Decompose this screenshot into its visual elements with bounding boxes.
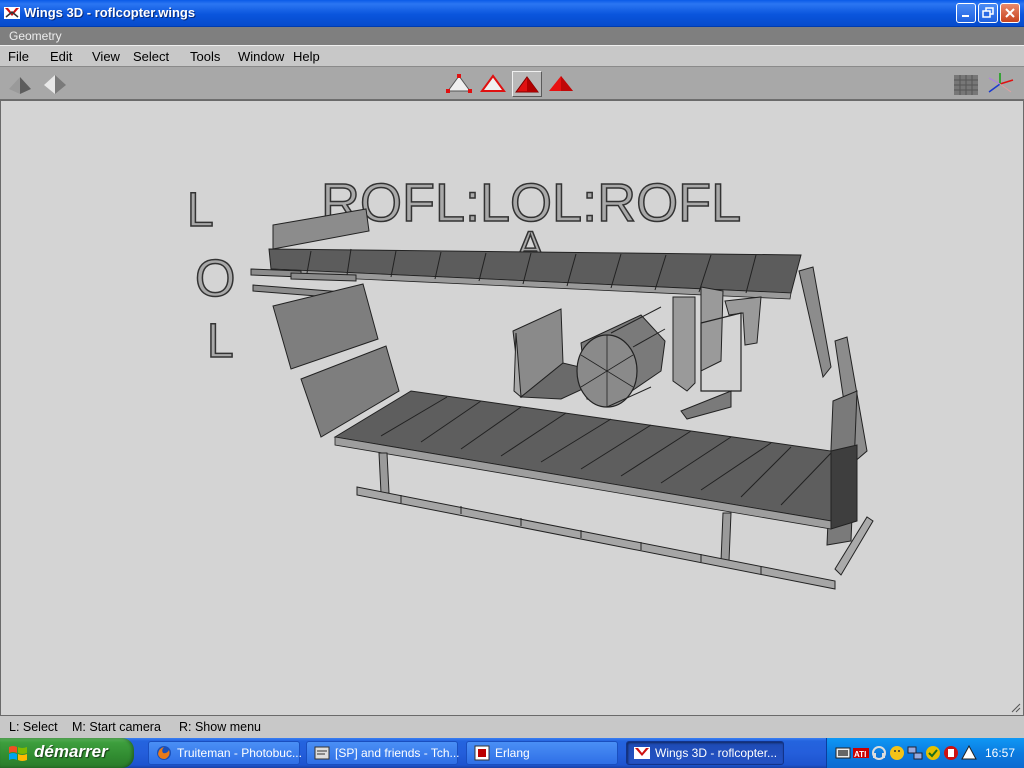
restore-icon: [982, 7, 994, 18]
firefox-icon: [157, 746, 171, 760]
body-select-icon: [549, 76, 573, 91]
minimize-icon: [962, 15, 969, 17]
wings3d-icon: [4, 5, 20, 21]
task-label: [SP] and friends - Tch...: [335, 746, 460, 760]
tray-white-icon[interactable]: [961, 745, 977, 761]
start-label: démarrer: [34, 742, 108, 761]
title-bar[interactable]: Wings 3D - roflcopter.wings: [0, 0, 1024, 27]
geometry-label: Geometry: [9, 29, 62, 43]
task-button-photobucket[interactable]: Truiteman - Photobuc...: [148, 741, 302, 765]
menu-file[interactable]: File: [8, 49, 29, 64]
task-button-wings3d[interactable]: Wings 3D - roflcopter...: [626, 741, 784, 765]
wireframe-toggle-icon: [44, 75, 66, 94]
task-label: Erlang: [495, 746, 530, 760]
clock: 16:57: [984, 746, 1015, 760]
body: [333, 390, 858, 590]
edge-select-icon: [480, 74, 506, 92]
status-middle-hint: M: Start camera: [72, 720, 161, 734]
axes-icon: [988, 73, 1014, 93]
vertex-select-icon: [446, 74, 472, 93]
status-left-hint: L: Select: [9, 720, 58, 734]
close-icon: [1005, 8, 1015, 18]
headset-icon[interactable]: [871, 745, 887, 761]
smooth-preview-icon: [9, 77, 31, 94]
windows-logo-icon: [9, 746, 27, 761]
window-title: Wings 3D - roflcopter.wings: [24, 5, 196, 20]
menu-window[interactable]: Window: [238, 49, 284, 64]
face-select-button[interactable]: [512, 71, 542, 97]
close-button[interactable]: [1000, 3, 1020, 23]
ground-plane-icon: [954, 75, 978, 95]
task-button-chat[interactable]: [SP] and friends - Tch...: [306, 741, 460, 765]
scene-text-l-bottom: L: [207, 315, 234, 368]
svg-text:ATI: ATI: [854, 750, 866, 759]
chat-icon: [314, 746, 330, 760]
security-icon[interactable]: [925, 745, 941, 761]
ground-plane-button[interactable]: [950, 71, 980, 97]
messenger-icon[interactable]: [889, 745, 905, 761]
menu-help[interactable]: Help: [293, 49, 320, 64]
scene-text-o: O: [195, 250, 235, 308]
taskbar: démarrer Truiteman - Photobuc... [SP] an…: [0, 738, 1024, 768]
tail-parts: [672, 266, 874, 576]
roflcopter-model: ROFL:LOL:ROFL L O L A: [186, 172, 874, 590]
edge-select-button[interactable]: [478, 71, 508, 97]
wings3d-icon: [634, 747, 650, 759]
scene-text-l-top: L: [187, 184, 214, 237]
system-tray: ATI 16:57: [826, 738, 1024, 768]
status-right-hint: R: Show menu: [179, 720, 261, 734]
wireframe-toggle-button[interactable]: [40, 71, 70, 97]
geometry-window-header: Geometry: [0, 27, 1024, 45]
start-button[interactable]: démarrer: [0, 738, 134, 768]
vertex-select-button[interactable]: [444, 71, 474, 97]
menu-bar: File Edit View Select Tools Window Help: [0, 45, 1024, 67]
smooth-preview-button[interactable]: [5, 71, 35, 97]
restore-button[interactable]: [978, 3, 998, 23]
tray-red-icon[interactable]: [943, 745, 959, 761]
minimize-button[interactable]: [956, 3, 976, 23]
toolbar: [0, 67, 1024, 100]
axes-button[interactable]: [984, 71, 1014, 97]
menu-view[interactable]: View: [92, 49, 120, 64]
face-select-icon: [515, 76, 539, 93]
task-label: Truiteman - Photobuc...: [177, 746, 302, 760]
menu-edit[interactable]: Edit: [50, 49, 72, 64]
resize-grip-icon[interactable]: [1011, 703, 1021, 713]
viewport-3d[interactable]: ROFL:LOL:ROFL L O L A: [0, 100, 1024, 716]
task-label: Wings 3D - roflcopter...: [655, 746, 778, 760]
tray-app-icon[interactable]: [835, 745, 851, 761]
task-button-erlang[interactable]: Erlang: [466, 741, 618, 765]
menu-select[interactable]: Select: [133, 49, 169, 64]
erlang-icon: [474, 745, 490, 761]
network-icon[interactable]: [907, 745, 923, 761]
body-select-button[interactable]: [546, 71, 576, 97]
status-bar: L: Select M: Start camera R: Show menu: [0, 716, 1024, 738]
menu-tools[interactable]: Tools: [190, 49, 220, 64]
cockpit-parts: [512, 306, 666, 408]
ati-icon[interactable]: ATI: [853, 745, 869, 761]
